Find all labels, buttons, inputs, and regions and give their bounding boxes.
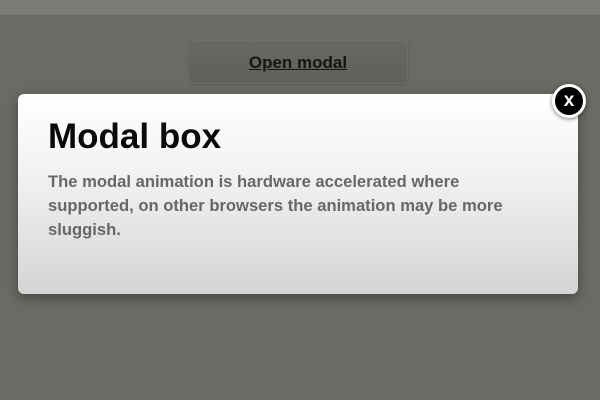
modal-body-text: The modal animation is hardware accelera… bbox=[48, 172, 503, 239]
close-icon[interactable]: x bbox=[552, 84, 586, 118]
page-header-strip bbox=[0, 0, 600, 15]
modal-title: Modal box bbox=[48, 117, 222, 156]
modal-dialog: Modal box The modal animation is hardwar… bbox=[18, 94, 578, 294]
open-modal-button[interactable]: Open modal bbox=[188, 40, 408, 84]
